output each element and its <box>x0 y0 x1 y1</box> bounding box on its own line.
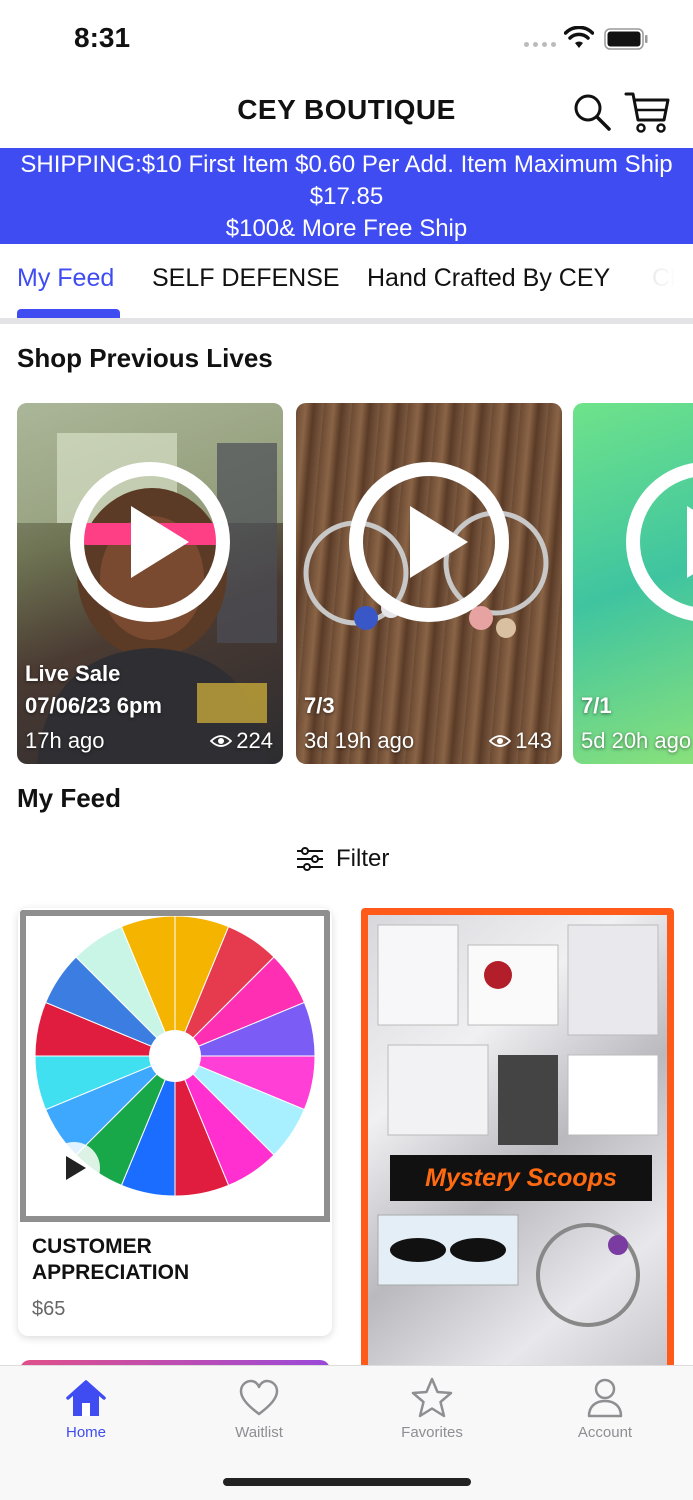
live-caption-title: Live Sale <box>25 661 121 686</box>
live-views: 143 <box>489 728 552 754</box>
tab-waitlist[interactable]: Waitlist <box>199 1376 319 1441</box>
live-caption-date: 7/1 <box>581 693 612 718</box>
banner-line-2: $17.85 <box>309 183 384 210</box>
banner-line-3: $100& More Free Ship <box>225 215 468 242</box>
app-header: CEY BOUTIQUE <box>0 80 693 148</box>
shipping-banner: SHIPPING:$10 First Item $0.60 Per Add. I… <box>0 148 693 244</box>
wifi-icon <box>564 26 594 48</box>
status-time: 8:31 <box>74 22 131 53</box>
eye-icon <box>489 735 512 747</box>
home-indicator <box>223 1478 471 1486</box>
play-icon[interactable] <box>48 1142 100 1194</box>
tab-account[interactable]: Account <box>545 1376 665 1441</box>
tabs-fade <box>613 244 693 318</box>
tab-favorites-label: Favorites <box>401 1424 463 1441</box>
views-count: 143 <box>515 728 552 753</box>
tab-account-label: Account <box>577 1424 633 1441</box>
tab-my-feed[interactable]: My Feed <box>17 264 114 293</box>
views-count: 224 <box>236 728 273 753</box>
play-icon[interactable] <box>69 461 231 623</box>
tab-self-defense[interactable]: SELF DEFENSE <box>152 264 340 293</box>
tab-home[interactable]: Home <box>26 1376 146 1441</box>
tab-favorites[interactable]: Favorites <box>372 1376 492 1441</box>
live-time-ago: 3d 19h ago <box>304 728 415 753</box>
product-card[interactable]: CUSTOMER APPRECIATION $65 <box>18 908 332 1336</box>
search-icon[interactable] <box>572 92 612 132</box>
category-tabs: My Feed SELF DEFENSE Hand Crafted By CEY… <box>0 244 693 324</box>
active-tab-indicator <box>17 309 120 318</box>
filter-icon <box>297 847 323 871</box>
mystery-scoops-banner: Mystery Scoops <box>390 1155 652 1201</box>
jewelry-assortment-image <box>377 924 659 1327</box>
live-caption-date: 07/06/23 6pm <box>25 693 162 718</box>
star-icon <box>411 1377 453 1418</box>
live-time-ago: 5d 20h ago <box>581 728 692 753</box>
product-price: $65 <box>32 1298 66 1320</box>
product-image <box>20 910 330 1222</box>
play-icon[interactable] <box>348 461 510 623</box>
tab-home-label: Home <box>65 1424 106 1441</box>
status-bar: 8:31 <box>0 0 693 80</box>
live-card[interactable]: 7/1 5d 20h ago <box>573 403 693 764</box>
filter-label: Filter <box>336 845 390 872</box>
live-caption-date: 7/3 <box>304 693 335 718</box>
signal-icon <box>524 42 556 47</box>
filter-button[interactable]: Filter <box>296 845 389 873</box>
live-views: 224 <box>210 728 273 754</box>
banner-line-1: SHIPPING:$10 First Item $0.60 Per Add. I… <box>20 151 673 178</box>
product-card[interactable]: Mystery Scoops <box>361 908 674 1368</box>
product-image: Mystery Scoops <box>368 915 667 1368</box>
live-time-ago: 17h ago <box>25 728 105 753</box>
tab-hand-crafted[interactable]: Hand Crafted By CEY <box>367 264 610 293</box>
previous-lives-title: Shop Previous Lives <box>17 343 273 373</box>
live-card[interactable]: 7/3 3d 19h ago 143 <box>296 403 562 764</box>
tab-waitlist-label: Waitlist <box>235 1424 283 1441</box>
heart-icon <box>239 1379 279 1416</box>
home-icon <box>66 1380 106 1416</box>
live-card[interactable]: Live Sale 07/06/23 6pm 17h ago 224 <box>17 403 283 764</box>
battery-icon <box>604 28 648 50</box>
cart-icon[interactable] <box>624 90 670 134</box>
feed-title: My Feed <box>17 783 122 813</box>
product-name: CUSTOMER APPRECIATION <box>32 1235 190 1284</box>
play-icon[interactable] <box>625 461 693 623</box>
eye-icon <box>210 735 233 747</box>
person-icon <box>587 1378 623 1418</box>
